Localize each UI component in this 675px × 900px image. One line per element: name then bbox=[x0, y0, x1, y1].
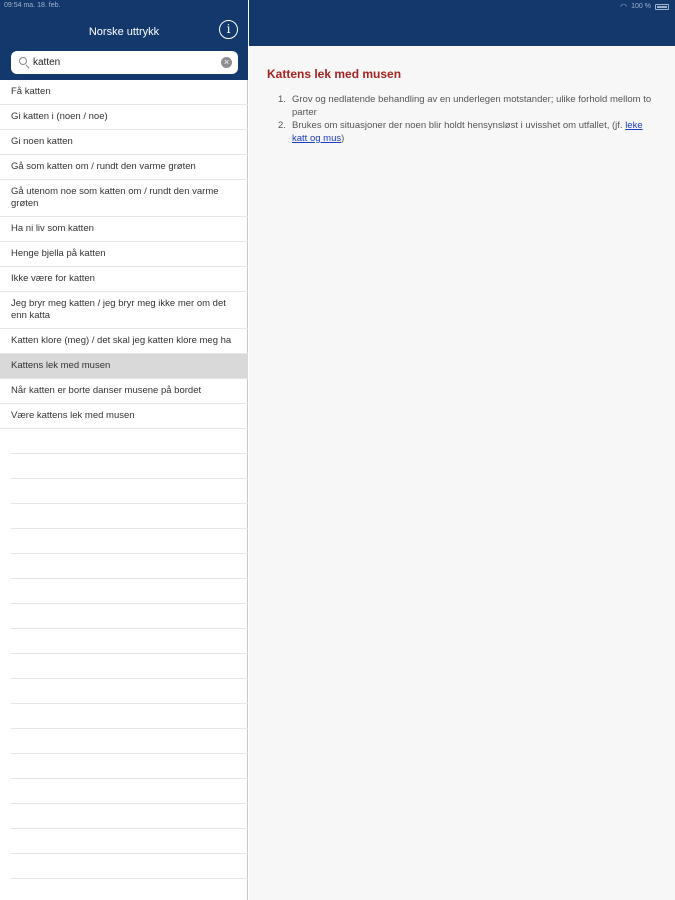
empty-row bbox=[11, 804, 248, 829]
definitions-list: 1. Grov og nedlatende behandling av en u… bbox=[278, 94, 658, 146]
empty-row bbox=[11, 479, 248, 504]
definition-text-after: ) bbox=[341, 132, 345, 144]
list-item[interactable]: Katten klore (meg) / det skal jeg katten… bbox=[0, 329, 248, 354]
search-input[interactable] bbox=[33, 54, 223, 71]
empty-row bbox=[11, 629, 248, 654]
list-item[interactable]: Ha ni liv som katten bbox=[0, 217, 248, 242]
detail-pane: Kattens lek med musen 1. Grov og nedlate… bbox=[249, 0, 675, 900]
definition-item: 2. Brukes om situasjoner der noen blir h… bbox=[278, 120, 658, 145]
battery-percent: 100 % bbox=[631, 3, 651, 10]
empty-rows bbox=[11, 429, 248, 879]
wifi-icon: ◠ bbox=[620, 2, 628, 11]
empty-row bbox=[11, 504, 248, 529]
list-item[interactable]: Få katten bbox=[0, 80, 248, 105]
empty-row bbox=[11, 679, 248, 704]
empty-row bbox=[11, 754, 248, 779]
list-item[interactable]: Gå som katten om / rundt den varme grøte… bbox=[0, 155, 248, 180]
empty-row bbox=[11, 529, 248, 554]
definition-text: Grov og nedlatende behandling av en unde… bbox=[292, 94, 652, 118]
empty-row bbox=[11, 604, 248, 629]
definition-text-before: Brukes om situasjoner der noen blir hold… bbox=[292, 120, 623, 131]
empty-row bbox=[11, 554, 248, 579]
list-item[interactable]: Gi katten i (noen / noe) bbox=[0, 105, 248, 130]
status-right: ◠ 100 % bbox=[620, 2, 669, 11]
list-item[interactable]: Henge bjella på katten bbox=[0, 242, 248, 267]
results-list: Få katten Gi katten i (noen / noe) Gi noen… bbox=[0, 80, 248, 429]
sidebar: Norske uttrykk i × Få kattenGi katten i … bbox=[0, 0, 248, 900]
list-item[interactable]: Kattens lek med musen bbox=[0, 354, 248, 379]
definition-number: 1. bbox=[278, 94, 286, 105]
definition-item: 1. Grov og nedlatende behandling av en u… bbox=[278, 94, 658, 119]
clear-icon[interactable]: × bbox=[221, 57, 232, 68]
list-item[interactable]: Ikke være for katten bbox=[0, 267, 248, 292]
list-item[interactable]: Jeg bryr meg katten / jeg bryr meg ikke … bbox=[0, 292, 248, 329]
list-item[interactable]: Når katten er borte danser musene på bor… bbox=[0, 379, 248, 404]
status-time-date: 09:54 ma. 18. feb. bbox=[4, 2, 61, 9]
empty-row bbox=[11, 779, 248, 804]
list-item[interactable]: Gi noen katten bbox=[0, 130, 248, 155]
definition-number: 2. bbox=[278, 120, 286, 131]
empty-row bbox=[11, 579, 248, 604]
battery-icon bbox=[655, 3, 669, 10]
list-item[interactable]: Være kattens lek med musen bbox=[0, 404, 248, 429]
empty-row bbox=[11, 704, 248, 729]
info-icon[interactable]: i bbox=[219, 20, 238, 39]
detail-title: Kattens lek med musen bbox=[267, 67, 402, 81]
search-bar[interactable]: × bbox=[11, 51, 238, 74]
search-icon bbox=[19, 57, 27, 65]
empty-row bbox=[11, 854, 248, 879]
empty-row bbox=[11, 454, 248, 479]
status-bar: 09:54 ma. 18. feb. ◠ 100 % bbox=[0, 0, 675, 12]
sidebar-header: Norske uttrykk i × bbox=[0, 0, 248, 80]
empty-row bbox=[11, 654, 248, 679]
definition-text: Brukes om situasjoner der noen blir hold… bbox=[292, 120, 658, 145]
empty-row bbox=[11, 829, 248, 854]
list-item[interactable]: Gå utenom noe som katten om / rundt den … bbox=[0, 180, 248, 217]
empty-row bbox=[11, 429, 248, 454]
empty-row bbox=[11, 729, 248, 754]
app-title: Norske uttrykk bbox=[88, 26, 160, 38]
